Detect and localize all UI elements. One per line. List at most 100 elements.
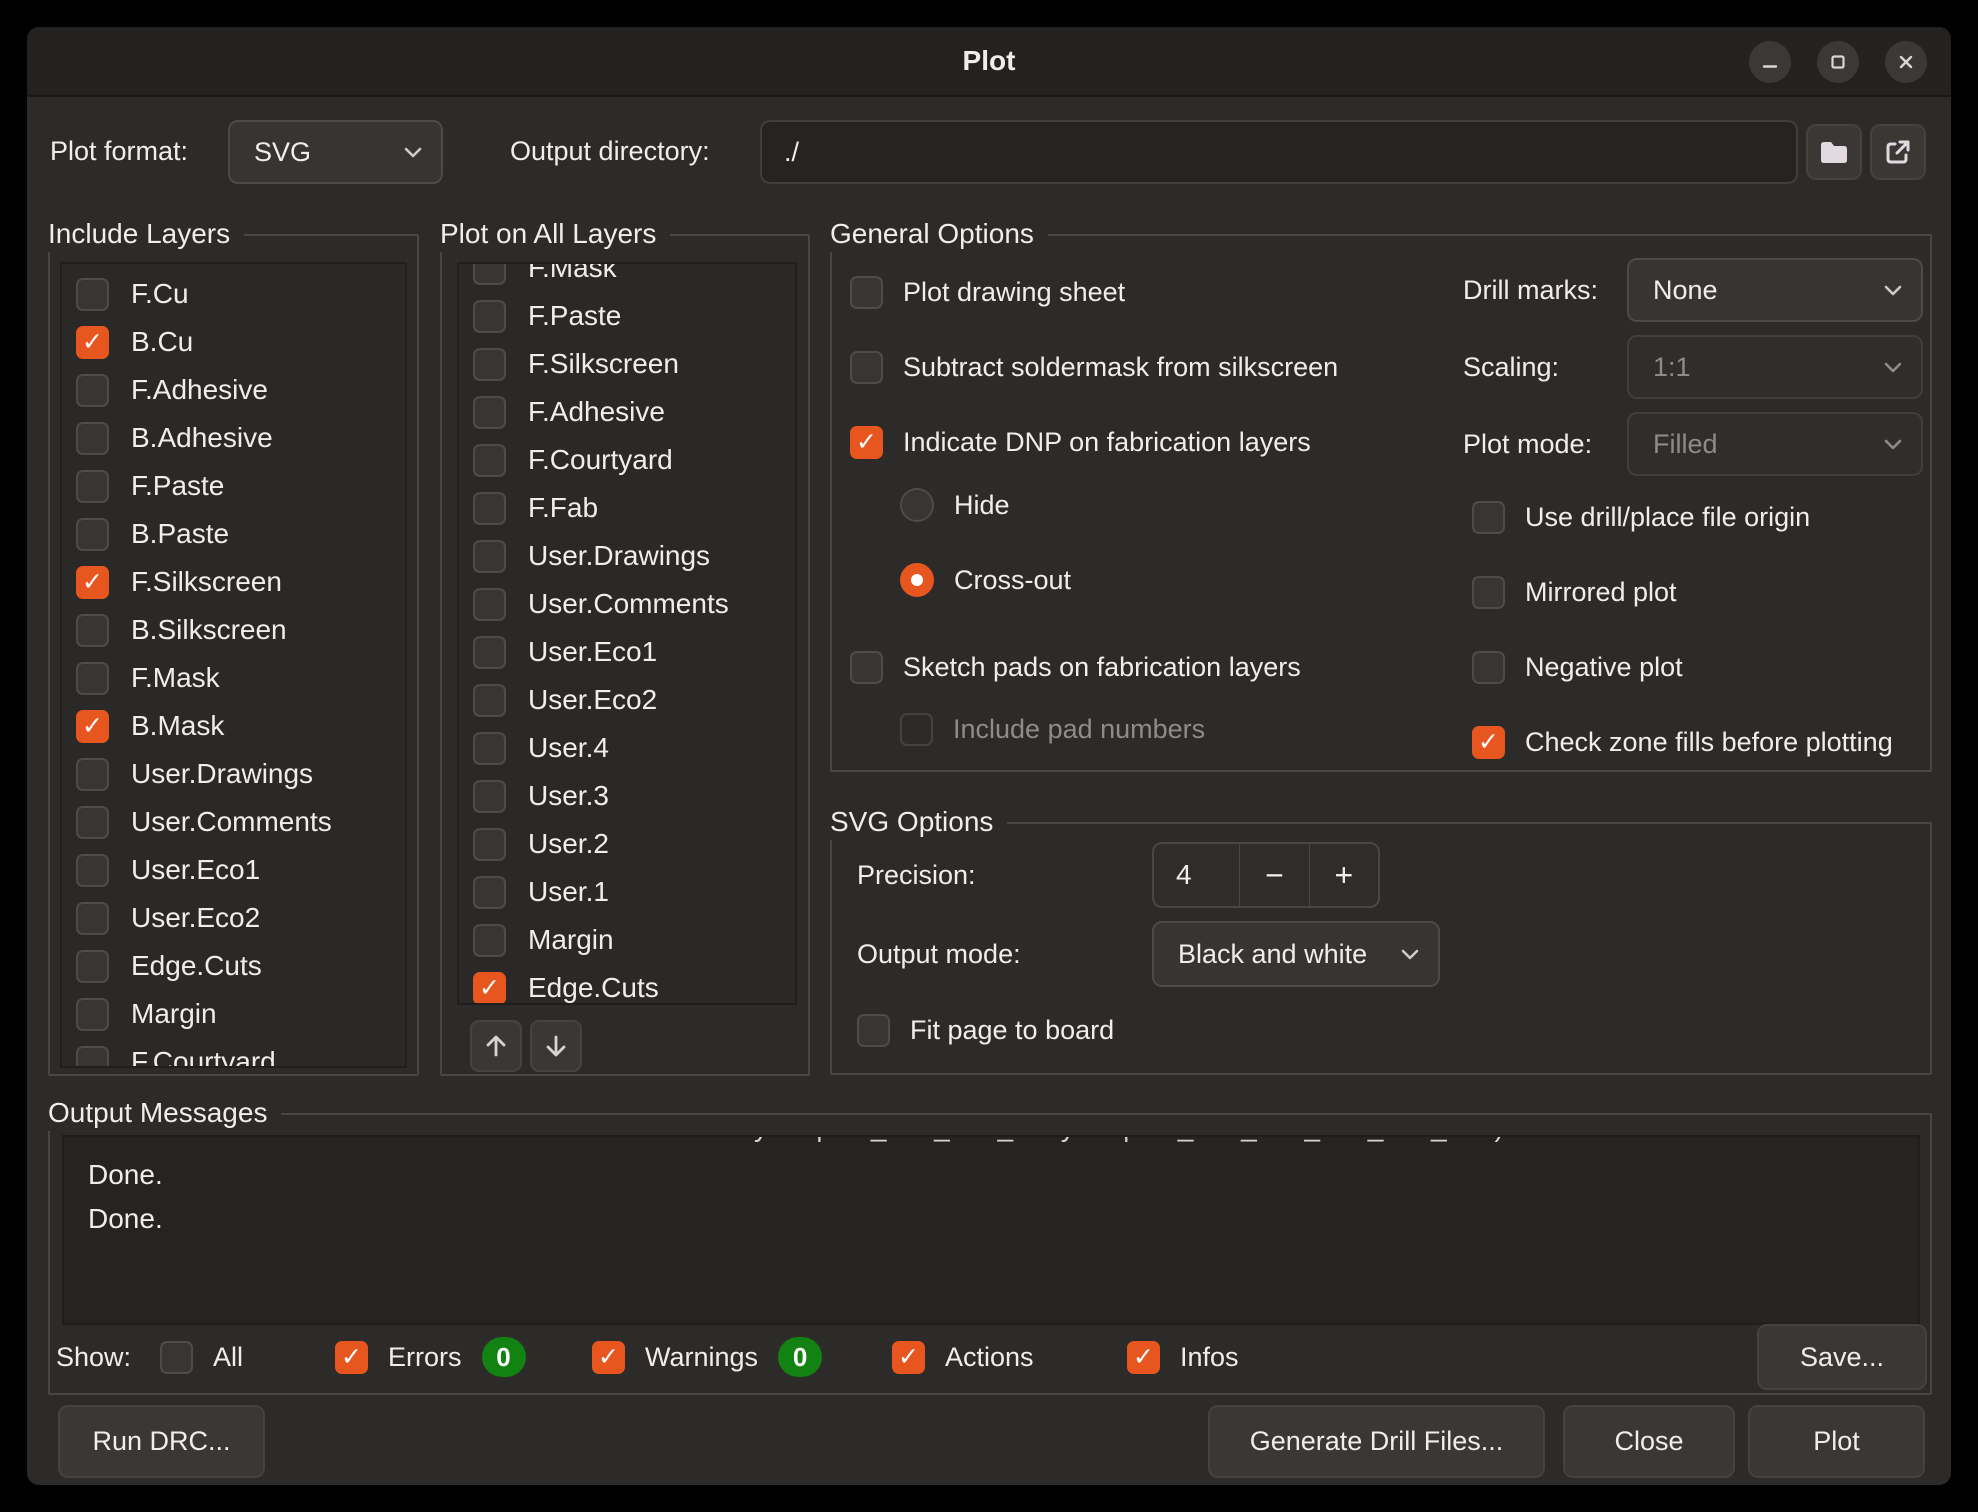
dnp-hide-option[interactable]: Hide xyxy=(900,485,1010,525)
show-infos-checkbox[interactable] xyxy=(1127,1341,1160,1374)
drill-marks-dropdown[interactable]: None xyxy=(1627,258,1923,322)
sketch-pads-option[interactable]: Sketch pads on fabrication layers xyxy=(850,647,1301,687)
dnp-hide-radio[interactable] xyxy=(900,488,934,522)
layer-row[interactable]: B.Paste xyxy=(62,510,405,558)
show-errors-option[interactable]: Errors 0 xyxy=(335,1337,526,1377)
layer-row[interactable]: F.Paste xyxy=(62,462,405,510)
layer-row[interactable]: F.Silkscreen xyxy=(459,340,795,388)
output-messages-area[interactable]: y | _ _ _ y | _ _ _ _ _ ) Done. Done. xyxy=(62,1135,1920,1325)
layer-row[interactable]: F.Cu xyxy=(62,270,405,318)
negative-plot-checkbox[interactable] xyxy=(1472,651,1505,684)
check-zone-fills-checkbox[interactable] xyxy=(1472,726,1505,759)
layer-checkbox[interactable] xyxy=(76,998,109,1031)
plot-mode-dropdown[interactable]: Filled xyxy=(1627,412,1923,476)
precision-decrement-button[interactable]: − xyxy=(1239,844,1308,906)
layer-checkbox[interactable] xyxy=(76,326,109,359)
subtract-soldermask-checkbox[interactable] xyxy=(850,351,883,384)
fit-page-to-board-option[interactable]: Fit page to board xyxy=(857,1010,1114,1050)
save-messages-button[interactable]: Save... xyxy=(1757,1324,1927,1390)
precision-spinner[interactable]: 4 − + xyxy=(1152,842,1380,908)
layer-row[interactable]: User.Drawings xyxy=(62,750,405,798)
layer-row[interactable]: User.Eco2 xyxy=(62,894,405,942)
layer-row[interactable]: B.Adhesive xyxy=(62,414,405,462)
layer-checkbox[interactable] xyxy=(473,780,506,813)
layer-checkbox[interactable] xyxy=(76,806,109,839)
plot-drawing-sheet-option[interactable]: Plot drawing sheet xyxy=(850,272,1125,312)
sketch-pads-checkbox[interactable] xyxy=(850,651,883,684)
browse-directory-button[interactable] xyxy=(1806,124,1862,180)
move-layer-down-button[interactable] xyxy=(530,1020,582,1072)
layer-checkbox[interactable] xyxy=(473,972,506,1005)
mirrored-plot-checkbox[interactable] xyxy=(1472,576,1505,609)
show-infos-option[interactable]: Infos xyxy=(1127,1337,1239,1377)
layer-row[interactable]: B.Mask xyxy=(62,702,405,750)
layer-row[interactable]: F.Paste xyxy=(459,292,795,340)
layer-checkbox[interactable] xyxy=(473,262,506,285)
layer-row[interactable]: User.Eco2 xyxy=(459,676,795,724)
layer-row[interactable]: F.Courtyard xyxy=(459,436,795,484)
layer-row[interactable]: B.Silkscreen xyxy=(62,606,405,654)
layer-row[interactable]: User.Comments xyxy=(459,580,795,628)
layer-checkbox[interactable] xyxy=(76,950,109,983)
layer-checkbox[interactable] xyxy=(76,1046,109,1069)
layer-row[interactable]: Margin xyxy=(62,990,405,1038)
layer-row[interactable]: User.4 xyxy=(459,724,795,772)
close-dialog-button[interactable]: Close xyxy=(1563,1405,1735,1478)
show-warnings-checkbox[interactable] xyxy=(592,1341,625,1374)
layer-row[interactable]: User.1 xyxy=(459,868,795,916)
open-directory-external-button[interactable] xyxy=(1870,124,1926,180)
layer-checkbox[interactable] xyxy=(473,300,506,333)
layer-row[interactable]: User.3 xyxy=(459,772,795,820)
show-all-checkbox[interactable] xyxy=(160,1341,193,1374)
layer-row[interactable]: F.Adhesive xyxy=(62,366,405,414)
layer-row[interactable]: F.Adhesive xyxy=(459,388,795,436)
layer-row[interactable]: B.Cu xyxy=(62,318,405,366)
layer-checkbox[interactable] xyxy=(76,758,109,791)
layer-row[interactable]: F.Mask xyxy=(62,654,405,702)
maximize-button[interactable] xyxy=(1817,41,1859,83)
layer-checkbox[interactable] xyxy=(76,710,109,743)
layer-checkbox[interactable] xyxy=(473,396,506,429)
layer-checkbox[interactable] xyxy=(473,444,506,477)
layer-checkbox[interactable] xyxy=(473,876,506,909)
show-all-option[interactable]: All xyxy=(160,1337,243,1377)
layer-checkbox[interactable] xyxy=(473,636,506,669)
layer-row[interactable]: F.Fab xyxy=(459,484,795,532)
layer-checkbox[interactable] xyxy=(76,374,109,407)
layer-checkbox[interactable] xyxy=(473,828,506,861)
layer-checkbox[interactable] xyxy=(473,348,506,381)
layer-row[interactable]: F.Silkscreen xyxy=(62,558,405,606)
precision-increment-button[interactable]: + xyxy=(1309,844,1378,906)
mirrored-plot-option[interactable]: Mirrored plot xyxy=(1472,572,1677,612)
layer-checkbox[interactable] xyxy=(76,566,109,599)
show-errors-checkbox[interactable] xyxy=(335,1341,368,1374)
plot-drawing-sheet-checkbox[interactable] xyxy=(850,276,883,309)
use-drill-place-origin-checkbox[interactable] xyxy=(1472,501,1505,534)
layer-row[interactable]: F.Mask xyxy=(459,262,795,292)
layer-checkbox[interactable] xyxy=(473,924,506,957)
layer-checkbox[interactable] xyxy=(76,854,109,887)
layer-row[interactable]: User.Drawings xyxy=(459,532,795,580)
layer-checkbox[interactable] xyxy=(76,518,109,551)
show-actions-option[interactable]: Actions xyxy=(892,1337,1034,1377)
layer-checkbox[interactable] xyxy=(473,684,506,717)
layer-checkbox[interactable] xyxy=(473,588,506,621)
layer-checkbox[interactable] xyxy=(76,422,109,455)
layer-row[interactable]: User.Eco1 xyxy=(459,628,795,676)
plot-format-dropdown[interactable]: SVG xyxy=(228,120,443,184)
indicate-dnp-option[interactable]: Indicate DNP on fabrication layers xyxy=(850,422,1311,462)
plot-button[interactable]: Plot xyxy=(1748,1405,1925,1478)
scaling-dropdown[interactable]: 1:1 xyxy=(1627,335,1923,399)
plot-on-all-layers-list[interactable]: F.MaskF.PasteF.SilkscreenF.AdhesiveF.Cou… xyxy=(457,262,797,1005)
negative-plot-option[interactable]: Negative plot xyxy=(1472,647,1683,687)
layer-checkbox[interactable] xyxy=(76,278,109,311)
layer-checkbox[interactable] xyxy=(473,492,506,525)
check-zone-fills-option[interactable]: Check zone fills before plotting xyxy=(1472,722,1893,762)
minimize-button[interactable] xyxy=(1749,41,1791,83)
layer-checkbox[interactable] xyxy=(473,540,506,573)
precision-value[interactable]: 4 xyxy=(1154,844,1239,906)
indicate-dnp-checkbox[interactable] xyxy=(850,426,883,459)
layer-row[interactable]: User.Eco1 xyxy=(62,846,405,894)
use-drill-place-origin-option[interactable]: Use drill/place file origin xyxy=(1472,497,1810,537)
layer-checkbox[interactable] xyxy=(76,470,109,503)
